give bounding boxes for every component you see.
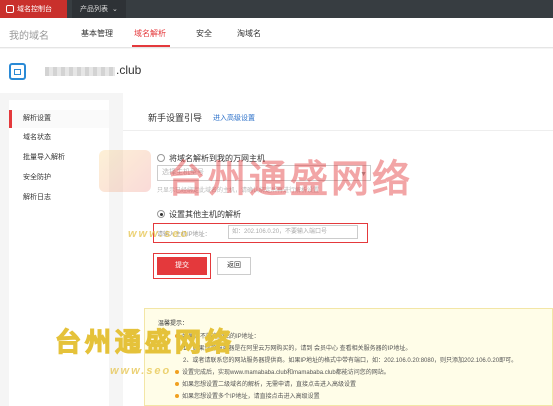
back-button[interactable]: 返回 (217, 257, 251, 275)
option-other-host-radio[interactable] (157, 210, 165, 218)
host-model-select[interactable]: 选择主机型号 ▼ (157, 165, 371, 181)
tab-basic-management[interactable]: 基本管理 (81, 28, 113, 39)
domain-icon (9, 63, 26, 80)
top-bar: 域名控制台 产品列表 ⌄ (0, 0, 553, 18)
tips-line: 2、或者请联系您的网站服务器提供商。如果IP地址的格式中带有端口，如：202.1… (183, 358, 518, 364)
blurred-domain-name (45, 67, 115, 76)
tips-line: 如果您想设置二级域名的解析，无需申请，直接点击进入高级设置 (175, 379, 356, 388)
option-wanwang-host-label: 将域名解析到我的万网主机 (169, 154, 265, 163)
tab-domain-resolution[interactable]: 域名解析 (134, 28, 166, 39)
my-domain-link[interactable]: 我的域名 (9, 27, 49, 42)
tips-panel: 温馨提示： 如果您不知道网站的IP地址： 1、如果您的服务器是在阿里云万网购买的… (144, 308, 553, 406)
ip-address-label: 请输入主机IP地址： (157, 232, 211, 238)
option-other-host-label: 设置其他主机的解析 (169, 210, 241, 219)
tips-line: 设置完成后，实现www.mamababa.club和mamababa.club都… (175, 367, 390, 376)
console-title: 域名控制台 (17, 6, 52, 13)
sidebar-item-security-protection[interactable]: 安全防护 (9, 169, 109, 187)
bullet-icon (175, 334, 179, 339)
domain-header: .club (0, 49, 553, 93)
bullet-icon (175, 394, 179, 399)
sidebar: 解析设置 域名状态 批量导入解析 安全防护 解析日志 (9, 100, 109, 406)
chevron-down-icon: ⌄ (112, 6, 118, 13)
sidebar-item-resolution-log[interactable]: 解析日志 (9, 189, 109, 207)
host-select-hint: 只显示已经绑定此域名的主机，请确认绑定后再进行解析设置 (157, 188, 320, 194)
submit-button[interactable]: 提交 (157, 257, 207, 275)
domain-nav-bar: 我的域名 基本管理 域名解析 安全 淘域名 (0, 18, 553, 48)
tips-line: 1、如果您的服务器是在阿里云万网购买的，请到 会员中心 查看相关服务器的IP地址… (183, 346, 412, 352)
console-logo-icon (6, 5, 14, 13)
sidebar-item-batch-import[interactable]: 批量导入解析 (9, 149, 109, 167)
sidebar-item-domain-status[interactable]: 域名状态 (9, 129, 109, 147)
sidebar-item-resolution-settings[interactable]: 解析设置 (9, 110, 109, 128)
product-list-dropdown[interactable]: 产品列表 ⌄ (72, 0, 126, 18)
tab-taodomain[interactable]: 淘域名 (237, 28, 261, 39)
domain-tld: .club (116, 63, 142, 77)
host-model-select-value: 选择主机型号 (162, 169, 204, 176)
ip-address-input[interactable]: 如：202.106.0.20，不要输入端口号 (228, 225, 358, 239)
tips-line: 如果您不知道网站的IP地址： (175, 331, 260, 340)
console-home-link[interactable]: 域名控制台 (0, 0, 67, 18)
product-list-label: 产品列表 (80, 6, 108, 13)
page-title: 新手设置引导 (148, 113, 203, 123)
tips-line: 如果您想设置多个IP地址，请直接点击进入高级设置 (175, 391, 320, 400)
guide-header: 新手设置引导 进入高级设置 (123, 101, 553, 131)
option-wanwang-host-radio[interactable] (157, 154, 165, 162)
bullet-icon (175, 382, 179, 387)
main-content: 新手设置引导 进入高级设置 将域名解析到我的万网主机 选择主机型号 ▼ 只显示已… (123, 93, 553, 406)
bullet-icon (175, 370, 179, 375)
tab-security[interactable]: 安全 (196, 28, 212, 39)
advanced-settings-link[interactable]: 进入高级设置 (213, 113, 255, 123)
ip-address-placeholder: 如：202.106.0.20，不要输入端口号 (232, 229, 328, 235)
tips-heading: 温馨提示： (158, 321, 189, 327)
chevron-down-icon: ▼ (360, 171, 367, 178)
active-tab-indicator (132, 45, 170, 47)
